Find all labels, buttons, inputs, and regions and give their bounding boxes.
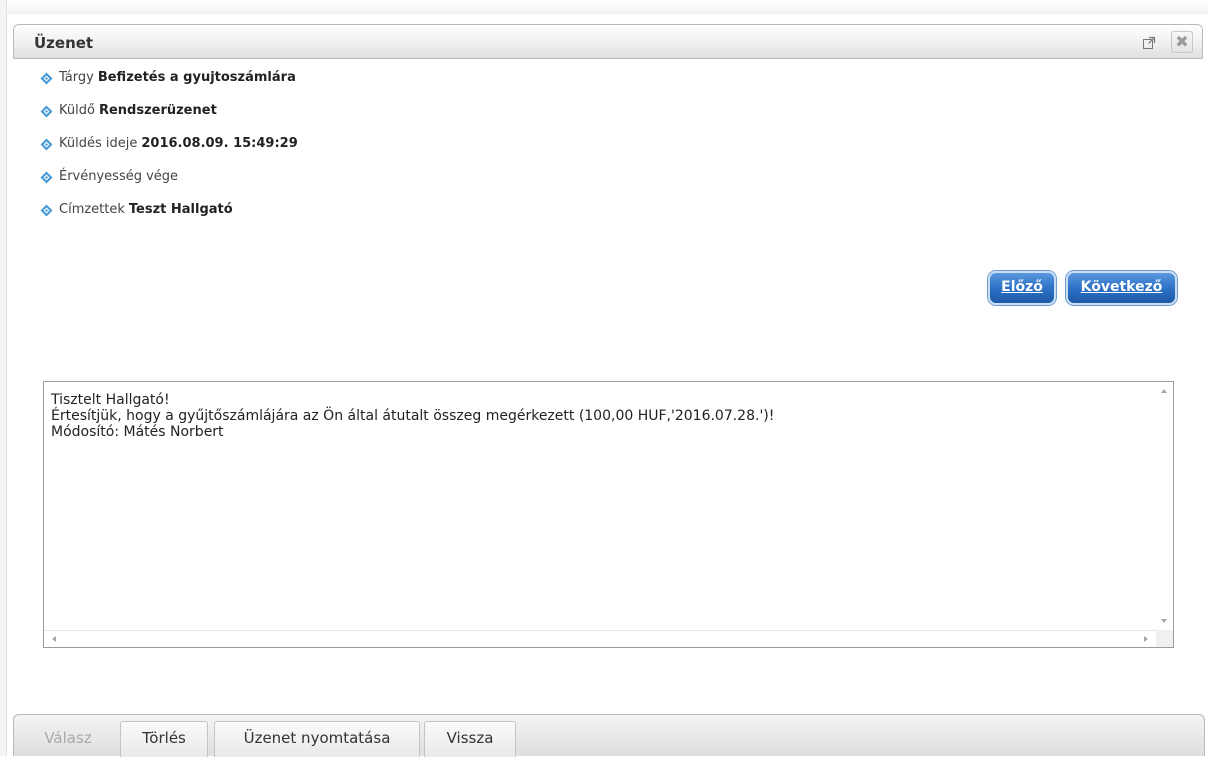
dialog-title: Üzenet	[34, 34, 94, 52]
field-subject: Tárgy Befizetés a gyujtoszámlára	[40, 70, 298, 103]
message-line: Módosító: Mátés Norbert	[51, 424, 224, 440]
diamond-bullet-icon	[40, 72, 53, 85]
vertical-scrollbar[interactable]	[1156, 382, 1173, 630]
diamond-bullet-icon	[40, 204, 53, 217]
field-sent-time: Küldés ideje 2016.08.09. 15:49:29	[40, 136, 298, 169]
print-message-button[interactable]: Üzenet nyomtatása	[214, 721, 420, 757]
field-label: Küldés ideje	[59, 136, 138, 151]
dialog-footer-toolbar: Válasz Törlés Üzenet nyomtatása Vissza	[13, 714, 1205, 757]
scroll-down-icon[interactable]	[1161, 619, 1167, 623]
next-button[interactable]: Következő	[1066, 271, 1177, 305]
previous-button[interactable]: Előző	[988, 271, 1056, 305]
field-value: Rendszerüzenet	[98, 103, 217, 118]
external-window-icon[interactable]	[1142, 35, 1156, 49]
field-expiry: Érvényesség vége	[40, 169, 298, 202]
diamond-bullet-icon	[40, 171, 53, 184]
message-header-fields: Tárgy Befizetés a gyujtoszámlára Küldő R…	[40, 70, 298, 235]
message-line: Értesítjük, hogy a gyűjtőszámlájára az Ö…	[51, 408, 775, 424]
diamond-bullet-icon	[40, 138, 53, 151]
scroll-right-icon[interactable]	[1144, 636, 1148, 642]
horizontal-scrollbar[interactable]	[44, 630, 1156, 647]
field-value: 2016.08.09. 15:49:29	[141, 136, 298, 151]
delete-button[interactable]: Törlés	[120, 721, 208, 757]
message-dialog: Üzenet ✖ Tárgy Befizetés a gyujtoszámlár…	[13, 24, 1205, 757]
page-background-edge	[0, 0, 1208, 14]
back-button[interactable]: Vissza	[424, 721, 516, 757]
field-label: Címzettek	[59, 202, 125, 217]
message-line: Tisztelt Hallgató!	[51, 392, 170, 408]
field-value: Befizetés a gyujtoszámlára	[97, 70, 296, 85]
field-sender: Küldő Rendszerüzenet	[40, 103, 298, 136]
field-label: Érvényesség vége	[59, 169, 179, 184]
field-recipients: Címzettek Teszt Hallgató	[40, 202, 298, 235]
message-body-text: Tisztelt Hallgató! Értesítjük, hogy a gyű…	[51, 392, 1147, 440]
scrollbar-corner	[1156, 630, 1173, 647]
field-label: Tárgy	[59, 70, 94, 85]
scroll-left-icon[interactable]	[52, 636, 56, 642]
field-value: Teszt Hallgató	[128, 202, 233, 217]
diamond-bullet-icon	[40, 105, 53, 118]
dialog-titlebar[interactable]: Üzenet ✖	[13, 24, 1203, 59]
page-left-rail	[0, 0, 7, 756]
close-icon[interactable]: ✖	[1171, 31, 1193, 53]
field-label: Küldő	[59, 103, 95, 118]
scroll-up-icon[interactable]	[1161, 389, 1167, 393]
message-body-textarea[interactable]: Tisztelt Hallgató! Értesítjük, hogy a gyű…	[43, 381, 1174, 648]
reply-button: Válasz	[44, 729, 92, 747]
